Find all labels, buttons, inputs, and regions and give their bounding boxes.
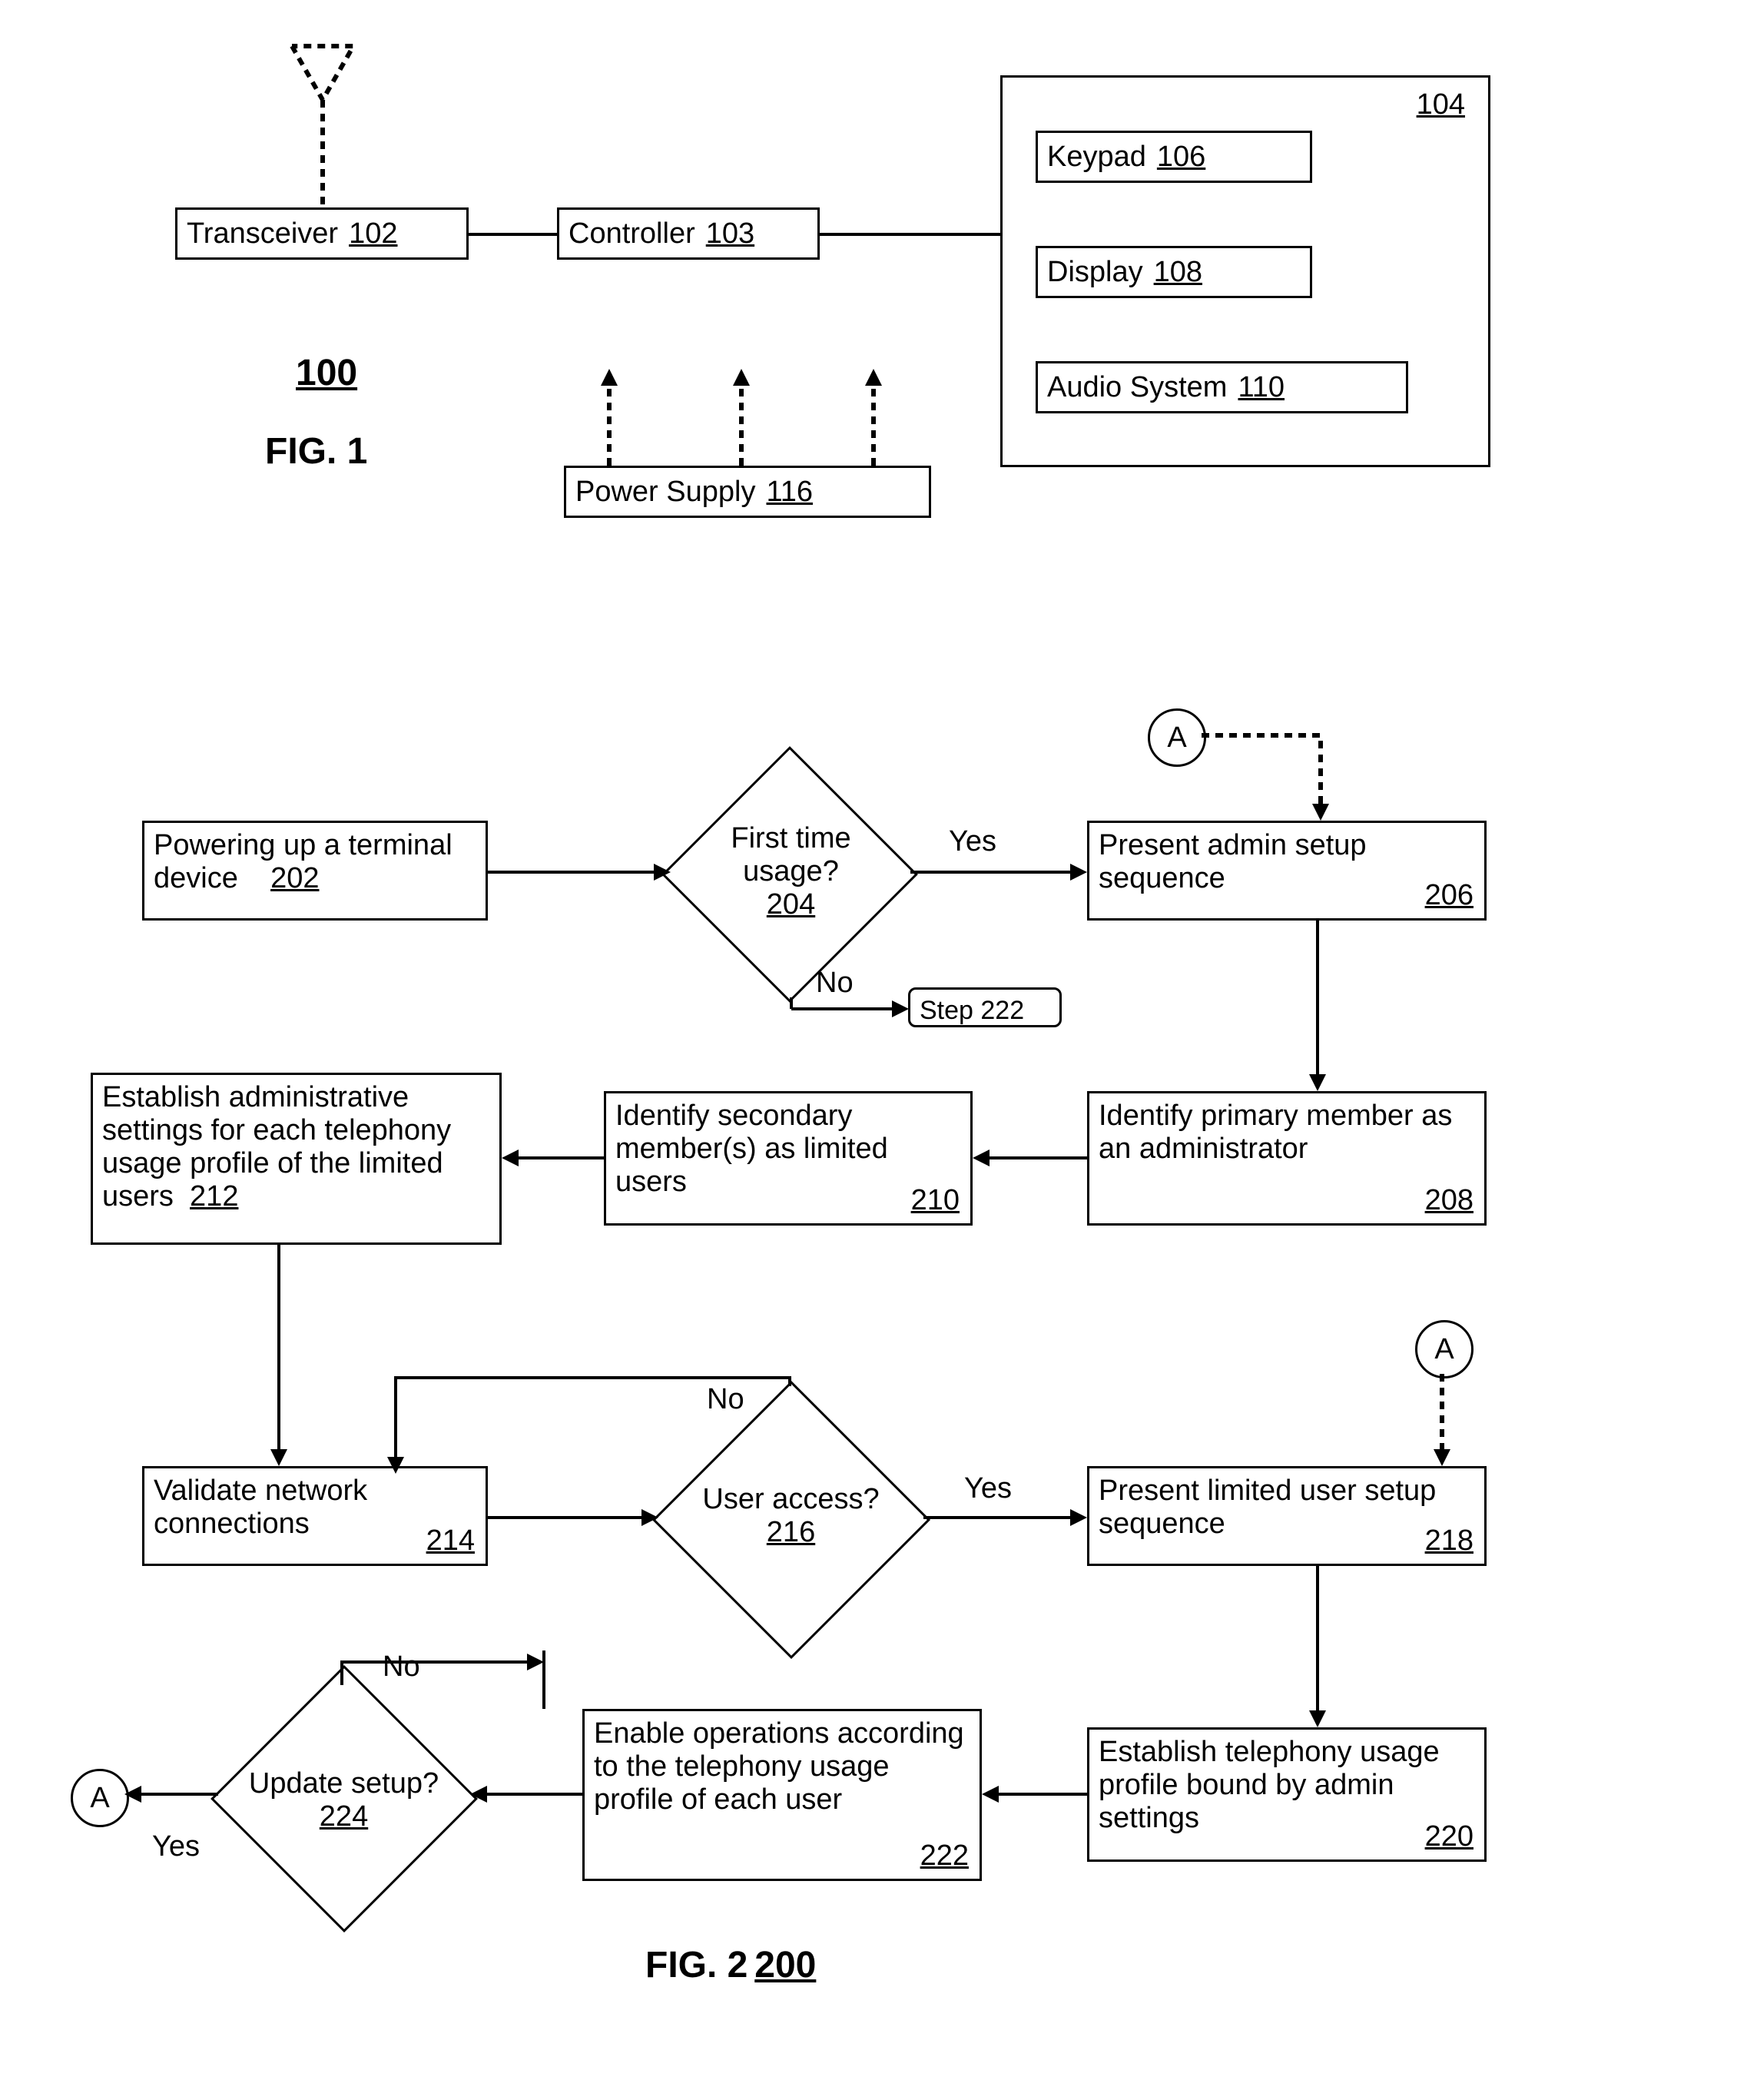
decision-204-text: First time usage? 204 (685, 822, 897, 921)
step-208-ref: 208 (1425, 1184, 1474, 1217)
no-label: No (816, 967, 854, 1000)
dashed-arrow (1430, 1374, 1454, 1466)
step-210-ref: 210 (911, 1184, 960, 1217)
step-210-text: Identify secondary member(s) as limited … (615, 1100, 888, 1198)
arrow-line (923, 1506, 1087, 1529)
keypad-box: Keypad 106 (1036, 131, 1312, 183)
step-212-box: Establish administrative settings for ea… (91, 1073, 502, 1245)
step-208-box: Identify primary member as an administra… (1087, 1091, 1487, 1226)
audio-label: Audio System (1047, 371, 1227, 404)
arrow-line (1306, 921, 1329, 1091)
controller-ref: 103 (706, 217, 754, 250)
step-206-ref: 206 (1425, 879, 1474, 912)
decision-216-text: User access? 216 (662, 1483, 920, 1549)
step-218-ref: 218 (1425, 1524, 1474, 1558)
step-202-ref: 202 (270, 862, 319, 894)
fig1-label: FIG. 1 (265, 430, 367, 473)
arrow-line (488, 1506, 658, 1529)
keypad-ref: 106 (1157, 141, 1205, 174)
connector-a: A (1148, 708, 1206, 767)
yes-label: Yes (964, 1472, 1012, 1505)
arrow-line (124, 1783, 218, 1806)
step-208-text: Identify primary member as an administra… (1099, 1100, 1452, 1165)
step-220-text: Establish telephony usage profile bound … (1099, 1736, 1440, 1834)
step-214-text: Validate network connections (154, 1475, 367, 1540)
step-222-text: Enable operations according to the telep… (594, 1717, 964, 1816)
step-214-box: Validate network connections 214 (142, 1466, 488, 1566)
transceiver-box: Transceiver 102 (175, 207, 469, 260)
arrow-line (330, 1650, 545, 1689)
fig2-label: FIG. 2 (645, 1945, 748, 1986)
power-box: Power Supply 116 (564, 466, 931, 518)
power-arrow (598, 369, 621, 466)
transceiver-ref: 102 (349, 217, 397, 250)
step-210-box: Identify secondary member(s) as limited … (604, 1091, 973, 1226)
fig2-number: 200 (754, 1945, 816, 1986)
step-222-ref-box: Step 222 (908, 987, 1062, 1027)
arrow-line (267, 1245, 290, 1466)
arrow-line (973, 1146, 1087, 1169)
decision-224-text: Update setup? 224 (219, 1767, 469, 1833)
fig1-number: 100 (296, 352, 357, 394)
step-222-ref: 222 (920, 1840, 969, 1873)
display-label: Display (1047, 256, 1143, 289)
controller-label: Controller (569, 217, 695, 250)
arrow-line (384, 1366, 799, 1474)
power-label: Power Supply (575, 476, 755, 509)
yes-label: Yes (152, 1830, 200, 1863)
connector-a: A (1415, 1320, 1474, 1378)
arrow-line (982, 1783, 1087, 1806)
step-206-box: Present admin setup sequence 206 (1087, 821, 1487, 921)
arrow-line (488, 861, 672, 884)
io-ref: 104 (1417, 88, 1465, 121)
power-arrow (730, 369, 753, 466)
controller-box: Controller 103 (557, 207, 820, 260)
arrow-line (1306, 1566, 1329, 1727)
display-ref: 108 (1154, 256, 1202, 289)
arrow-line (502, 1146, 604, 1169)
step-222-box: Enable operations according to the telep… (582, 1709, 982, 1881)
audio-box: Audio System 110 (1036, 361, 1408, 413)
transceiver-label: Transceiver (187, 217, 338, 250)
no-label: No (707, 1383, 744, 1416)
step-218-box: Present limited user setup sequence 218 (1087, 1466, 1487, 1566)
step-212-text: Establish administrative settings for ea… (102, 1081, 451, 1213)
power-arrow (862, 369, 885, 466)
arrow-line (780, 997, 910, 1020)
audio-ref: 110 (1238, 371, 1285, 404)
step-212-ref: 212 (190, 1180, 238, 1213)
keypad-label: Keypad (1047, 141, 1146, 174)
connector-line (469, 233, 557, 236)
step-220-ref: 220 (1425, 1820, 1474, 1853)
step-220-box: Establish telephony usage profile bound … (1087, 1727, 1487, 1862)
arrow-line (910, 861, 1087, 884)
step-218-text: Present limited user setup sequence (1099, 1475, 1436, 1540)
arrow-line (532, 1650, 555, 1709)
display-box: Display 108 (1036, 246, 1312, 298)
yes-label: Yes (949, 825, 996, 858)
arrow-line (470, 1783, 582, 1806)
step-206-text: Present admin setup sequence (1099, 829, 1367, 894)
connector-a: A (71, 1769, 129, 1827)
connector-line (820, 233, 1000, 236)
step-214-ref: 214 (426, 1524, 475, 1558)
fig2-label-container: FIG. 2 200 (645, 1944, 816, 1986)
power-ref: 116 (766, 476, 813, 509)
antenna-icon (277, 31, 369, 207)
step-202-box: Powering up a terminal device 202 (142, 821, 488, 921)
dashed-arrow (1202, 722, 1355, 830)
no-label: No (383, 1650, 420, 1684)
